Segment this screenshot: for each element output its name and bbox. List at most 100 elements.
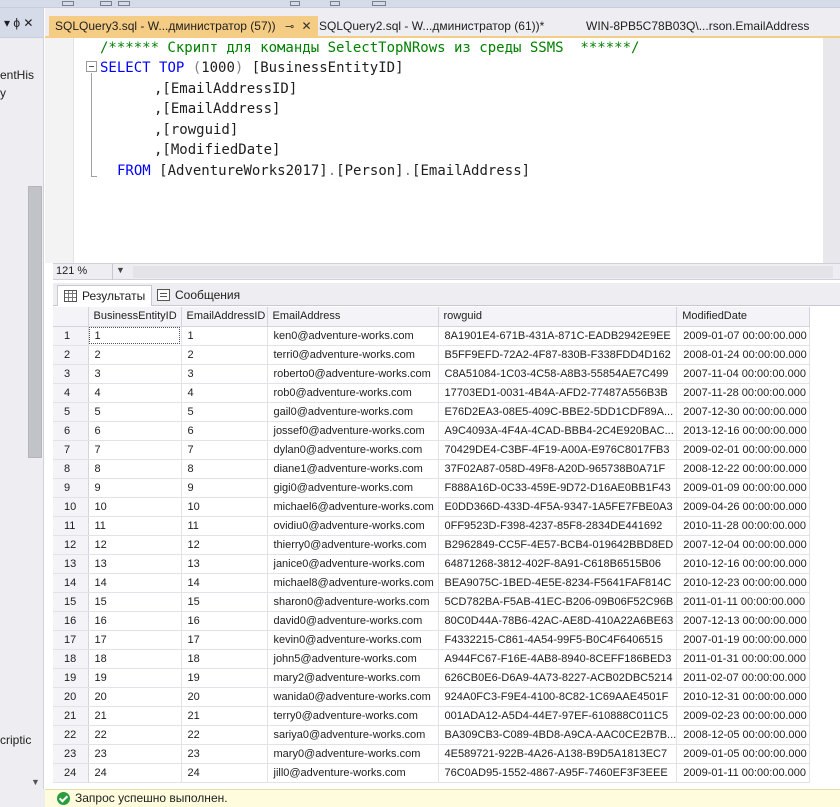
grid-cell[interactable]: 9 [88, 478, 182, 498]
column-header[interactable]: rowguid [438, 307, 678, 327]
row-number[interactable]: 18 [53, 649, 89, 669]
grid-cell[interactable]: 924A0FC3-F9E4-4100-8C82-1C69AAE4501F [438, 687, 678, 707]
grid-cell[interactable]: 0FF9523D-F398-4237-85F8-2834DE441692 [438, 516, 678, 536]
grid-cell[interactable]: 2007-12-13 00:00:00.000 [676, 611, 811, 631]
row-number[interactable]: 5 [53, 402, 89, 422]
grid-cell[interactable]: 18 [88, 649, 182, 669]
grid-cell[interactable]: gigi0@adventure-works.com [267, 478, 439, 498]
toolbar-button-icon[interactable] [62, 1, 74, 6]
grid-cell[interactable]: 23 [181, 744, 268, 764]
row-number[interactable]: 6 [53, 421, 89, 441]
table-row[interactable]: 6 6 6 jossef0@adventure-works.com A9C4093A-4… [53, 421, 811, 441]
grid-cell[interactable]: 2007-11-04 00:00:00.000 [676, 364, 811, 384]
grid-cell[interactable]: 19 [181, 668, 268, 688]
grid-cell[interactable]: 4 [88, 383, 182, 403]
grid-cell[interactable]: 2009-02-01 00:00:00.000 [676, 440, 811, 460]
grid-cell[interactable]: 2010-11-28 00:00:00.000 [676, 516, 811, 536]
grid-cell[interactable]: 10 [181, 497, 268, 517]
grid-cell[interactable]: 64871268-3812-402F-8A91-C618B6515B06 [438, 554, 678, 574]
row-number[interactable]: 3 [53, 364, 89, 384]
grid-cell[interactable]: 15 [181, 592, 268, 612]
row-number[interactable]: 22 [53, 725, 89, 745]
grid-cell[interactable]: 23 [88, 744, 182, 764]
row-number[interactable]: 9 [53, 478, 89, 498]
table-row[interactable]: 14 14 14 michael8@adventure-works.com BEA907… [53, 573, 811, 593]
row-number[interactable]: 10 [53, 497, 89, 517]
grid-cell[interactable]: 2 [88, 345, 182, 365]
grid-cell[interactable]: 7 [88, 440, 182, 460]
table-row[interactable]: 20 20 20 wanida0@adventure-works.com 924A0FC… [53, 687, 811, 707]
grid-cell[interactable]: 2 [181, 345, 268, 365]
grid-cell[interactable]: 2011-02-07 00:00:00.000 [676, 668, 811, 688]
grid-cell[interactable]: david0@adventure-works.com [267, 611, 439, 631]
grid-cell[interactable]: 13 [88, 554, 182, 574]
table-row[interactable]: 1 1 1 ken0@adventure-works.com 8A1901E4-671B… [53, 326, 811, 346]
grid-cell[interactable]: 2007-11-28 00:00:00.000 [676, 383, 811, 403]
row-number[interactable]: 13 [53, 554, 89, 574]
column-header[interactable]: BusinessEntityID [88, 307, 182, 327]
row-number[interactable]: 19 [53, 668, 89, 688]
grid-cell[interactable]: 2008-01-24 00:00:00.000 [676, 345, 811, 365]
grid-cell[interactable]: 80C0D44A-78B6-42AC-AE8D-410A22A6BE63 [438, 611, 678, 631]
row-number[interactable]: 24 [53, 763, 89, 783]
grid-cell[interactable]: C8A51084-1C03-4C58-A8B3-55854AE7C499 [438, 364, 678, 384]
panel-header[interactable]: ▾ ϕ ✕ [0, 8, 43, 38]
tab-sqlquery2[interactable]: SQLQuery2.sql - W...дминистратор (61))* [313, 16, 550, 38]
grid-cell[interactable]: 16 [88, 611, 182, 631]
toolbar-button-icon[interactable] [290, 1, 300, 6]
table-row[interactable]: 16 16 16 david0@adventure-works.com 80C0D44A… [53, 611, 811, 631]
grid-cell[interactable]: 2009-01-07 00:00:00.000 [676, 326, 811, 346]
grid-cell[interactable]: 6 [88, 421, 182, 441]
grid-cell[interactable]: 24 [181, 763, 268, 783]
grid-cell[interactable]: 21 [181, 706, 268, 726]
table-row[interactable]: 21 21 21 terry0@adventure-works.com 001ADA12… [53, 706, 811, 726]
grid-cell[interactable]: 2011-01-11 00:00:00.000 [676, 592, 811, 612]
row-number[interactable]: 12 [53, 535, 89, 555]
grid-cell[interactable]: 8 [181, 459, 268, 479]
grid-cell[interactable]: A9C4093A-4F4A-4CAD-BBB4-2C4E920BAC... [438, 421, 678, 441]
grid-cell[interactable]: roberto0@adventure-works.com [267, 364, 439, 384]
grid-cell[interactable]: 12 [88, 535, 182, 555]
table-row[interactable]: 17 17 17 kevin0@adventure-works.com F4332215… [53, 630, 811, 650]
grid-cell[interactable]: 2008-12-05 00:00:00.000 [676, 725, 811, 745]
grid-cell[interactable]: A944FC67-F16E-4AB8-8940-8CEFF186BED3 [438, 649, 678, 669]
row-number[interactable]: 8 [53, 459, 89, 479]
grid-cell[interactable]: 70429DE4-C3BF-4F19-A00A-E976C8017FB3 [438, 440, 678, 460]
grid-cell[interactable]: 19 [88, 668, 182, 688]
row-number[interactable]: 14 [53, 573, 89, 593]
grid-cell[interactable]: 17 [88, 630, 182, 650]
row-number[interactable]: 17 [53, 630, 89, 650]
code-text[interactable]: /****** Скрипт для команды SelectTopNRow… [100, 38, 639, 182]
grid-cell[interactable]: 20 [181, 687, 268, 707]
table-row[interactable]: 7 7 7 dylan0@adventure-works.com 70429DE4-C3… [53, 440, 811, 460]
grid-cell[interactable]: janice0@adventure-works.com [267, 554, 439, 574]
grid-cell[interactable]: F4332215-C861-4A54-99F5-B0C4F6406515 [438, 630, 678, 650]
grid-cell[interactable]: 76C0AD95-1552-4867-A95F-7460EF3F3EEE [438, 763, 678, 783]
grid-cell[interactable]: 1 [88, 326, 182, 346]
editor-vertical-scrollbar[interactable] [823, 38, 840, 263]
grid-cell[interactable]: 15 [88, 592, 182, 612]
results-grid[interactable]: BusinessEntityID EmailAddressID EmailAdd… [53, 307, 840, 789]
row-number[interactable]: 11 [53, 516, 89, 536]
table-row[interactable]: 3 3 3 roberto0@adventure-works.com C8A51084-… [53, 364, 811, 384]
grid-cell[interactable]: E76D2EA3-08E5-409C-BBE2-5DD1CDF89A... [438, 402, 678, 422]
grid-cell[interactable]: 14 [88, 573, 182, 593]
column-header[interactable]: EmailAddress [267, 307, 439, 327]
grid-cell[interactable]: F888A16D-0C33-459E-9D72-D16AE0BB1F43 [438, 478, 678, 498]
grid-cell[interactable]: jossef0@adventure-works.com [267, 421, 439, 441]
grid-cell[interactable]: 37F02A87-058D-49F8-A20D-965738B0A71F [438, 459, 678, 479]
zoom-select[interactable]: 121 % [53, 264, 113, 280]
row-number[interactable]: 20 [53, 687, 89, 707]
grid-cell[interactable]: dylan0@adventure-works.com [267, 440, 439, 460]
tree-item-label[interactable]: criptic [0, 733, 31, 747]
grid-cell[interactable]: 22 [181, 725, 268, 745]
grid-cell[interactable]: 2007-12-04 00:00:00.000 [676, 535, 811, 555]
grid-cell[interactable]: 20 [88, 687, 182, 707]
grid-cell[interactable]: BEA9075C-1BED-4E5E-8234-F5641FAF814C [438, 573, 678, 593]
table-row[interactable]: 5 5 5 gail0@adventure-works.com E76D2EA3-08E… [53, 402, 811, 422]
query-editor[interactable]: /****** Скрипт для команды SelectTopNRow… [45, 38, 840, 263]
grid-cell[interactable]: 2009-01-11 00:00:00.000 [676, 763, 811, 783]
grid-cell[interactable]: 6 [181, 421, 268, 441]
grid-cell[interactable]: 14 [181, 573, 268, 593]
table-row[interactable]: 2 2 2 terri0@adventure-works.com B5FF9EFD-72… [53, 345, 811, 365]
